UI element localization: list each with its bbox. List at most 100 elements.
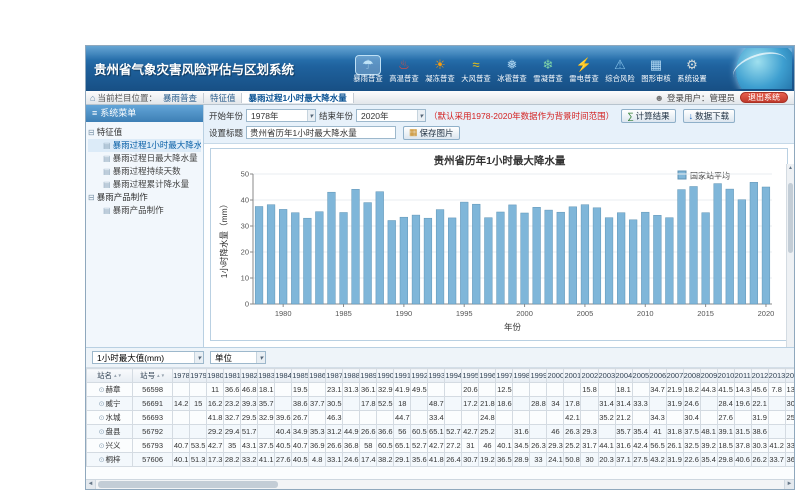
col-header-year[interactable]: 2009▲▼ (700, 369, 717, 383)
breadcrumb-tab[interactable]: 暴雨过程1小时最大降水量 (242, 93, 353, 103)
col-header-year[interactable]: 1987▲▼ (326, 369, 343, 383)
sort-arrows-icon[interactable]: ▲▼ (156, 374, 165, 378)
tree-group[interactable]: ⊟特征值 (88, 126, 201, 139)
col-header-year[interactable]: 2011▲▼ (734, 369, 751, 383)
end-year-label: 结束年份 (319, 110, 353, 122)
nav-rainstorm[interactable]: ☂暴雨普查 (350, 54, 386, 84)
row-radio-icon[interactable]: ⊙ (99, 443, 105, 450)
start-year-select[interactable]: 1978年 ▾ (246, 109, 316, 122)
value-cell: 28.8 (530, 397, 547, 411)
nav-wind[interactable]: ≈大风普查 (458, 54, 494, 84)
svg-text:1995: 1995 (455, 309, 472, 318)
col-header-year[interactable]: 1997▲▼ (496, 369, 513, 383)
sidebar: ≡ 系统菜单 ⊟特征值▤暴雨过程1小时最大降水量▤暴雨过程日最大降水量▤暴雨过程… (86, 105, 204, 347)
vertical-scroll-thumb[interactable] (788, 183, 793, 253)
data-download-button[interactable]: ↓ 数据下载 (683, 109, 736, 123)
value-cell: 35 (224, 439, 241, 453)
col-header-year[interactable]: 1992▲▼ (411, 369, 428, 383)
row-radio-icon[interactable]: ⊙ (99, 401, 105, 408)
col-header-year[interactable]: 1991▲▼ (394, 369, 411, 383)
nav-risk[interactable]: ⚠综合风险 (602, 54, 638, 84)
scroll-up-icon[interactable]: ▲ (787, 164, 794, 173)
col-header-year[interactable]: 1999▲▼ (530, 369, 547, 383)
sort-arrows-icon[interactable]: ▲▼ (113, 374, 122, 378)
row-radio-icon[interactable]: ⊙ (99, 415, 105, 422)
scroll-left-icon[interactable]: ◄ (86, 480, 96, 489)
value-cell: 60.5 (377, 439, 394, 453)
col-header-year[interactable]: 1988▲▼ (343, 369, 360, 383)
col-header-year[interactable]: 1998▲▼ (513, 369, 530, 383)
bar (750, 182, 758, 304)
col-header-year[interactable]: 1996▲▼ (479, 369, 496, 383)
value-cell: 31 (462, 439, 479, 453)
nav-snow[interactable]: ❄雪凝普查 (530, 54, 566, 84)
sidebar-item[interactable]: ▤暴雨过程1小时最大降水量 (88, 139, 201, 152)
tree-group[interactable]: ⊟暴雨产品制作 (88, 191, 201, 204)
metric-select[interactable]: 1小时最大值(mm) ▾ (92, 351, 204, 364)
nav-freeze[interactable]: ☀凝冻普查 (422, 54, 458, 84)
logout-button[interactable]: 退出系统 (740, 92, 788, 103)
col-header-year[interactable]: 2014▲▼ (785, 369, 794, 383)
col-header-year[interactable]: 2006▲▼ (649, 369, 666, 383)
folder-expand-icon[interactable]: ⊟ (88, 193, 95, 202)
col-header-year[interactable]: 1990▲▼ (377, 369, 394, 383)
col-header-year[interactable]: 1984▲▼ (275, 369, 292, 383)
folder-expand-icon[interactable]: ⊟ (88, 128, 95, 137)
col-header-year[interactable]: 1994▲▼ (445, 369, 462, 383)
bar (303, 218, 311, 304)
sidebar-item[interactable]: ▤暴雨过程日最大降水量 (88, 152, 201, 165)
col-header-year[interactable]: 2013▲▼ (768, 369, 785, 383)
sidebar-item[interactable]: ▤暴雨过程累计降水量 (88, 178, 201, 191)
col-header-year[interactable]: 1978▲▼ (173, 369, 190, 383)
col-header-year[interactable]: 1983▲▼ (258, 369, 275, 383)
value-cell: 37.1 (615, 453, 632, 467)
col-header-year[interactable]: 2010▲▼ (717, 369, 734, 383)
scroll-right-icon[interactable]: ► (784, 480, 794, 489)
nav-lightning[interactable]: ⚡雷电普查 (566, 54, 602, 84)
value-cell: 41.8 (207, 411, 224, 425)
row-radio-icon[interactable]: ⊙ (99, 387, 105, 394)
end-year-select[interactable]: 2020年 ▾ (356, 109, 426, 122)
col-header-year[interactable]: 1981▲▼ (224, 369, 241, 383)
col-header-year[interactable]: 2007▲▼ (666, 369, 683, 383)
row-radio-icon[interactable]: ⊙ (99, 429, 105, 436)
calc-result-button[interactable]: ∑ 计算结果 (621, 109, 675, 123)
col-header-year[interactable]: 2005▲▼ (632, 369, 649, 383)
horizontal-scrollbar[interactable]: ◄ ► (86, 479, 794, 489)
col-header-station-name[interactable]: 站名▲▼ (87, 369, 133, 383)
save-image-button[interactable]: ▦ 保存图片 (403, 126, 460, 140)
col-header-year[interactable]: 2003▲▼ (598, 369, 615, 383)
breadcrumb-tab[interactable]: 特征值 (204, 93, 243, 103)
col-header-year[interactable]: 1979▲▼ (190, 369, 207, 383)
horizontal-scroll-thumb[interactable] (98, 481, 278, 488)
col-header-year[interactable]: 1993▲▼ (428, 369, 445, 383)
value-cell (530, 411, 547, 425)
nav-hail[interactable]: ❅冰雹普查 (494, 54, 530, 84)
col-header-year[interactable]: 1982▲▼ (241, 369, 258, 383)
vertical-scrollbar[interactable]: ▲ (786, 164, 794, 347)
col-header-year[interactable]: 2002▲▼ (581, 369, 598, 383)
col-header-year[interactable]: 2004▲▼ (615, 369, 632, 383)
col-header-year[interactable]: 1980▲▼ (207, 369, 224, 383)
row-radio-icon[interactable]: ⊙ (99, 457, 105, 464)
col-header-station-id[interactable]: 站号▲▼ (133, 369, 173, 383)
breadcrumb-tab[interactable]: 暴雨普查 (157, 93, 204, 103)
sidebar-item[interactable]: ▤暴雨产品制作 (88, 204, 201, 217)
nav-settings[interactable]: ⚙系统设置 (674, 54, 710, 84)
col-header-year[interactable]: 1989▲▼ (360, 369, 377, 383)
col-header-year[interactable]: 2008▲▼ (683, 369, 700, 383)
nav-high-temp[interactable]: ♨高温普查 (386, 54, 422, 84)
value-cell: 39.1 (717, 425, 734, 439)
unit-select[interactable]: 单位 ▾ (210, 351, 266, 364)
horizontal-scroll-track[interactable] (96, 480, 784, 489)
sidebar-item[interactable]: ▤暴雨过程持续天数 (88, 165, 201, 178)
col-header-year[interactable]: 1986▲▼ (309, 369, 326, 383)
col-header-year[interactable]: 2001▲▼ (564, 369, 581, 383)
col-header-year[interactable]: 1995▲▼ (462, 369, 479, 383)
chart-title-input[interactable] (246, 126, 396, 139)
nav-review[interactable]: ▦图形审核 (638, 54, 674, 84)
col-header-year[interactable]: 2012▲▼ (751, 369, 768, 383)
col-header-year[interactable]: 2000▲▼ (547, 369, 564, 383)
station-id-cell: 56792 (133, 425, 173, 439)
col-header-year[interactable]: 1985▲▼ (292, 369, 309, 383)
